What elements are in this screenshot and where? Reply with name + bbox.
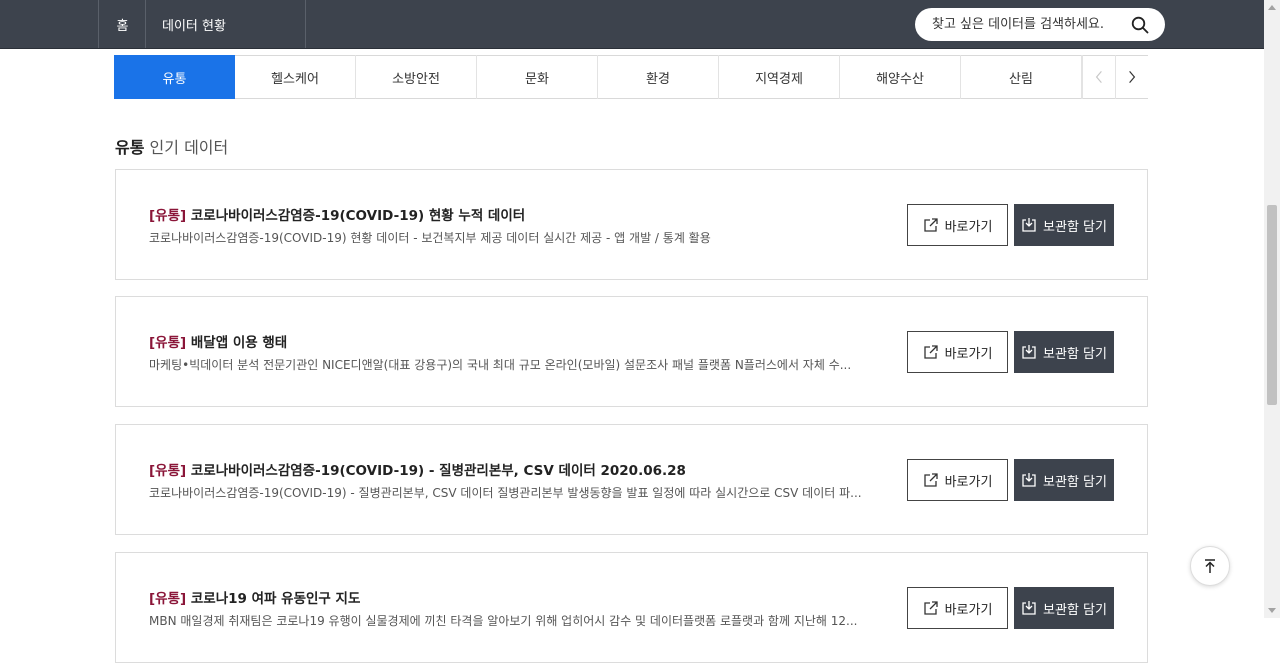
tab-healthcare[interactable]: 헬스케어 <box>235 55 356 99</box>
section-title: 유통 인기 데이터 <box>115 134 228 158</box>
tab-forestry[interactable]: 산림 <box>961 55 1082 99</box>
data-card-title-text: 코로나19 여파 유동인구 지도 <box>186 591 361 607</box>
save-to-box-button[interactable]: 보관함 담기 <box>1014 459 1114 501</box>
go-button[interactable]: 바로가기 <box>907 204 1008 246</box>
back-to-top-button[interactable] <box>1190 546 1230 586</box>
download-icon <box>1022 473 1036 487</box>
save-button-label: 보관함 담기 <box>1043 602 1107 618</box>
save-button-label: 보관함 담기 <box>1043 474 1107 490</box>
data-card: [유통] 코로나19 여파 유동인구 지도 MBN 매일경제 취재팀은 코로나1… <box>115 552 1148 663</box>
chevron-left-icon <box>1095 71 1102 83</box>
search-icon[interactable] <box>1131 16 1149 34</box>
save-to-box-button[interactable]: 보관함 담기 <box>1014 204 1114 246</box>
data-card-title[interactable]: [유통] 코로나19 여파 유동인구 지도 <box>149 587 360 607</box>
data-card-title[interactable]: [유통] 코로나바이러스감염증-19(COVID-19) 현황 누적 데이터 <box>149 204 525 224</box>
data-card-title[interactable]: [유통] 코로나바이러스감염증-19(COVID-19) - 질병관리본부, C… <box>149 459 686 479</box>
tab-retail[interactable]: 유통 <box>114 55 235 99</box>
section-title-rest: 인기 데이터 <box>144 138 229 157</box>
breadcrumb-current[interactable]: 데이터 현황 <box>145 0 306 48</box>
arrow-up-icon <box>1205 559 1215 573</box>
go-button[interactable]: 바로가기 <box>907 587 1008 629</box>
data-card-title-text: 코로나바이러스감염증-19(COVID-19) 현황 누적 데이터 <box>186 208 526 224</box>
scroll-down-arrow-icon[interactable] <box>1268 608 1276 613</box>
download-icon <box>1022 345 1036 359</box>
tabs-prev-button[interactable] <box>1082 55 1115 99</box>
save-button-label: 보관함 담기 <box>1043 219 1107 235</box>
scroll-up-arrow-icon[interactable] <box>1268 5 1276 10</box>
scrollbar-thumb[interactable] <box>1267 205 1277 405</box>
data-card-description: 코로나바이러스감염증-19(COVID-19) - 질병관리본부, CSV 데이… <box>149 486 862 500</box>
data-card: [유통] 코로나바이러스감염증-19(COVID-19) 현황 누적 데이터 코… <box>115 169 1148 280</box>
section-title-category: 유통 <box>115 138 145 157</box>
category-tag: [유통] <box>149 335 187 351</box>
category-tag: [유통] <box>149 591 187 607</box>
data-card-title-text: 코로나바이러스감염증-19(COVID-19) - 질병관리본부, CSV 데이… <box>186 463 686 479</box>
go-button-label: 바로가기 <box>944 602 993 618</box>
go-button-label: 바로가기 <box>944 346 993 362</box>
data-card-description: 마케팅•빅데이터 분석 전문기관인 NICE디앤알(대표 강용구)의 국내 최대… <box>149 358 852 372</box>
data-card-description: 코로나바이러스감염증-19(COVID-19) 현황 데이터 - 보건복지부 제… <box>149 231 711 245</box>
tab-environment[interactable]: 환경 <box>598 55 719 99</box>
search-box <box>915 8 1165 41</box>
external-link-icon <box>923 218 938 232</box>
external-link-icon <box>923 473 938 487</box>
save-to-box-button[interactable]: 보관함 담기 <box>1014 331 1114 373</box>
tab-regional-economy[interactable]: 지역경제 <box>719 55 840 99</box>
save-button-label: 보관함 담기 <box>1043 346 1107 362</box>
external-link-icon <box>923 601 938 615</box>
category-tag: [유통] <box>149 463 187 479</box>
search-input[interactable] <box>932 17 1117 32</box>
chevron-right-icon <box>1129 71 1136 83</box>
go-button[interactable]: 바로가기 <box>907 459 1008 501</box>
tabs-next-button[interactable] <box>1115 55 1148 99</box>
tab-marine[interactable]: 해양수산 <box>840 55 961 99</box>
breadcrumb-home[interactable]: 홈 <box>98 0 146 48</box>
data-card: [유통] 배달앱 이용 행태 마케팅•빅데이터 분석 전문기관인 NICE디앤알… <box>115 296 1148 407</box>
data-card-title[interactable]: [유통] 배달앱 이용 행태 <box>149 331 287 351</box>
download-icon <box>1022 218 1036 232</box>
tab-fire-safety[interactable]: 소방안전 <box>356 55 477 99</box>
go-button-label: 바로가기 <box>944 219 993 235</box>
page-scrollbar[interactable] <box>1264 0 1280 618</box>
category-tabs: 유통 헬스케어 소방안전 문화 환경 지역경제 해양수산 산림 <box>114 55 1148 99</box>
download-icon <box>1022 601 1036 615</box>
data-card-description: MBN 매일경제 취재팀은 코로나19 유행이 실물경제에 끼친 타격을 알아보… <box>149 614 858 628</box>
tab-culture[interactable]: 문화 <box>477 55 598 99</box>
top-navigation-bar: 홈 데이터 현황 <box>0 0 1264 49</box>
save-to-box-button[interactable]: 보관함 담기 <box>1014 587 1114 629</box>
go-button-label: 바로가기 <box>944 474 993 490</box>
external-link-icon <box>923 345 938 359</box>
data-card: [유통] 코로나바이러스감염증-19(COVID-19) - 질병관리본부, C… <box>115 424 1148 535</box>
category-tag: [유통] <box>149 208 187 224</box>
data-card-title-text: 배달앱 이용 행태 <box>186 335 288 351</box>
go-button[interactable]: 바로가기 <box>907 331 1008 373</box>
